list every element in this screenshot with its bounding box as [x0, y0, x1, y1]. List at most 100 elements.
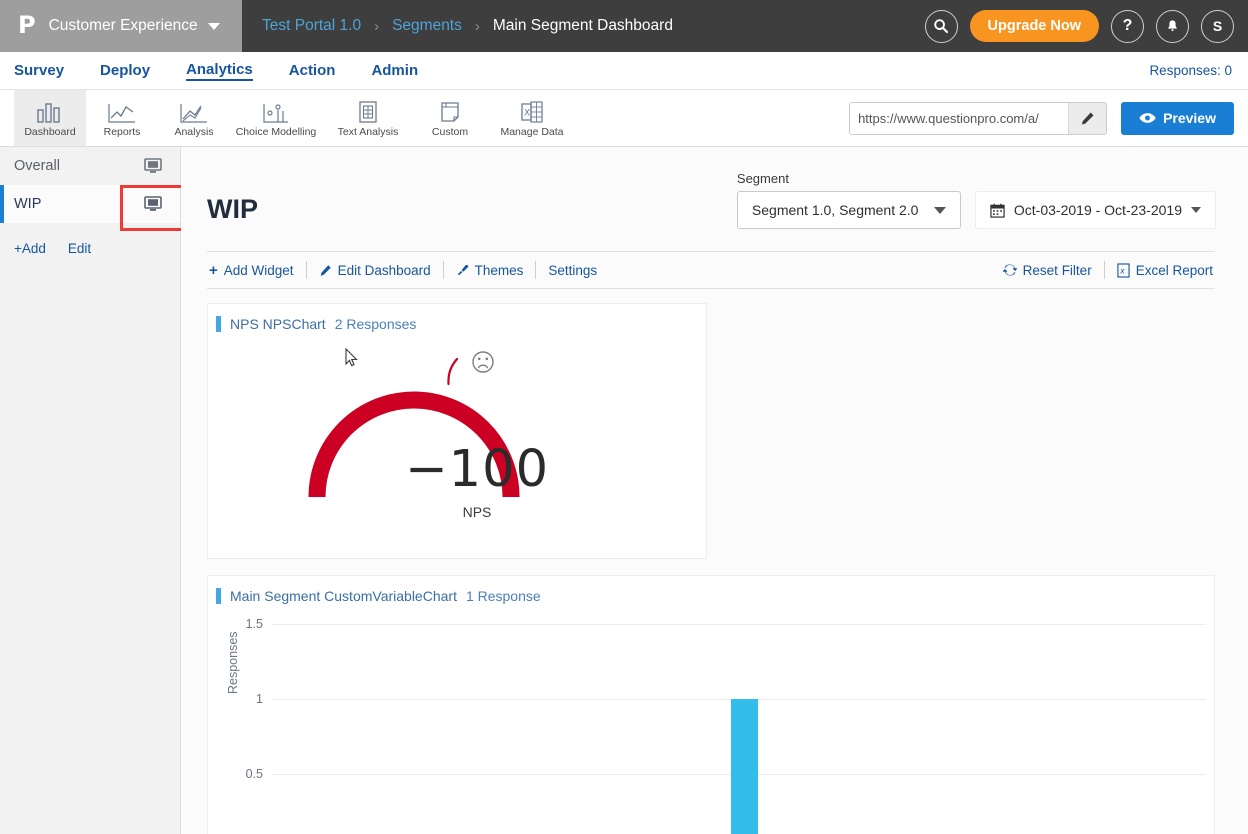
analytics-tool-items: Dashboard Reports Analysis Choice Modell…: [0, 90, 578, 146]
monitor-icon[interactable]: [144, 158, 162, 174]
pencil-icon: [1081, 112, 1094, 124]
survey-url-input[interactable]: [850, 102, 1069, 134]
edit-dashboard-button[interactable]: Edit Dashboard: [307, 263, 443, 278]
breadcrumb-item-portal[interactable]: Test Portal 1.0: [262, 17, 361, 35]
svg-text:X: X: [524, 109, 530, 119]
bar-chart-area: Responses 1.5 1 0.5: [208, 608, 1216, 834]
toolbar-item-custom[interactable]: Custom: [414, 90, 486, 146]
edit-dashboard-link[interactable]: Edit: [68, 241, 91, 256]
toolbar-item-choice-modelling[interactable]: Choice Modelling: [230, 90, 322, 146]
toolbar-item-dashboard[interactable]: Dashboard: [14, 90, 86, 146]
search-button[interactable]: [924, 9, 958, 43]
main-nav: Survey Deploy Analytics Action Admin Res…: [0, 52, 1248, 90]
segment-filter-label: Segment: [736, 171, 789, 186]
add-dashboard-link[interactable]: +Add: [14, 241, 46, 256]
dashboard-sidebar: Overall WIP +Add Edit: [0, 147, 188, 834]
dashboard-action-left: + Add Widget Edit Dashboard Themes Setti…: [207, 261, 609, 279]
breadcrumb-separator-icon: ›: [374, 17, 380, 35]
chevron-down-icon: [933, 206, 946, 214]
toolbar-label-text-analysis: Text Analysis: [337, 126, 399, 138]
widget-nps-count: 2 Responses: [334, 316, 417, 332]
brand-area[interactable]: P Customer Experience: [0, 0, 242, 52]
preview-button[interactable]: Preview: [1121, 101, 1234, 135]
excel-icon: X: [519, 98, 545, 124]
date-range-value: Oct-03-2019 - Oct-23-2019: [1013, 202, 1182, 218]
breadcrumb: Test Portal 1.0 › Segments › Main Segmen…: [262, 17, 673, 35]
toolbar-label-text-choice: Choice Modelling: [235, 126, 317, 138]
widget-nps-title: NPS NPSChart: [230, 316, 326, 332]
date-range-select[interactable]: Oct-03-2019 - Oct-23-2019: [974, 191, 1216, 229]
breadcrumb-item-current: Main Segment Dashboard: [492, 17, 673, 34]
question-mark-icon: ?: [1122, 17, 1133, 34]
sidebar-actions: +Add Edit: [0, 223, 180, 256]
add-widget-button[interactable]: + Add Widget: [207, 262, 306, 279]
trend-chart-icon: [179, 98, 209, 124]
chevron-down-icon[interactable]: [207, 22, 220, 30]
toolbar-label-manage-data: Manage Data: [500, 126, 564, 138]
responses-counter: Responses: 0: [1149, 63, 1232, 78]
y-tick-label: 0.5: [245, 767, 263, 781]
gridline: [272, 624, 1206, 625]
page-corner-icon: [438, 98, 462, 124]
y-tick-label: 1: [256, 692, 263, 706]
widget-customvariable-chart[interactable]: Main Segment CustomVariableChart 1 Respo…: [207, 575, 1215, 834]
add-widget-label: Add Widget: [223, 262, 294, 278]
dashboard-filters: Segment Segment 1.0, Segment 2.0 Oct-03-…: [736, 171, 1216, 229]
notifications-button[interactable]: [1156, 9, 1189, 43]
toolbar-item-analysis[interactable]: Analysis: [158, 90, 230, 146]
tab-analytics[interactable]: Analytics: [186, 61, 253, 81]
toolbar-item-manage-data[interactable]: X Manage Data: [486, 90, 578, 146]
excel-report-button[interactable]: x Excel Report: [1105, 263, 1215, 278]
gauge-needle: [447, 357, 459, 386]
gauge-arc: [308, 391, 520, 498]
tab-deploy[interactable]: Deploy: [100, 62, 150, 80]
scatter-chart-icon: [261, 98, 291, 124]
bar-chart-icon: [36, 98, 64, 124]
widget-cv-count: 1 Response: [465, 588, 541, 604]
segment-select[interactable]: Segment 1.0, Segment 2.0: [736, 191, 961, 229]
breadcrumb-item-segments[interactable]: Segments: [392, 17, 462, 35]
upgrade-now-button[interactable]: Upgrade Now: [969, 10, 1099, 42]
tab-action[interactable]: Action: [289, 62, 336, 80]
settings-button[interactable]: Settings: [536, 263, 609, 278]
bar-series-0[interactable]: [731, 699, 758, 834]
widget-accent-bar: [216, 588, 221, 604]
chevron-down-icon: [1191, 207, 1201, 213]
themes-button[interactable]: Themes: [444, 263, 536, 278]
calendar-icon: [990, 203, 1005, 218]
widget-nps-chart[interactable]: NPS NPSChart 2 Responses −100 NPS: [207, 303, 707, 559]
sidebar-item-wip[interactable]: WIP: [0, 185, 180, 223]
help-button[interactable]: ?: [1111, 9, 1144, 43]
segment-filter: Segment Segment 1.0, Segment 2.0: [736, 171, 961, 229]
avatar-initial: S: [1212, 18, 1223, 34]
reset-filter-button[interactable]: Reset Filter: [1001, 263, 1104, 278]
pencil-icon: [320, 264, 331, 276]
survey-url-box[interactable]: [849, 101, 1108, 135]
analytics-toolbar: Dashboard Reports Analysis Choice Modell…: [0, 90, 1248, 147]
edit-url-button[interactable]: [1068, 102, 1107, 134]
toolbar-label-dashboard: Dashboard: [24, 126, 76, 138]
body-wrapper: Overall WIP +Add Edit WIP Segment Segmen…: [0, 147, 1248, 834]
sad-face-icon: [472, 351, 494, 373]
dashboard-main: WIP Segment Segment 1.0, Segment 2.0 Oct…: [181, 147, 1248, 834]
sidebar-label-overall: Overall: [14, 158, 60, 174]
sidebar-label-wip: WIP: [14, 196, 42, 212]
themes-label: Themes: [474, 262, 524, 278]
dashboard-action-toolbar: + Add Widget Edit Dashboard Themes Setti…: [207, 251, 1215, 289]
excel-file-icon: x: [1117, 262, 1130, 278]
toolbar-item-reports[interactable]: Reports: [86, 90, 158, 146]
segment-select-value: Segment 1.0, Segment 2.0: [751, 202, 919, 218]
tab-admin[interactable]: Admin: [371, 62, 418, 80]
toolbar-label-analysis: Analysis: [174, 126, 214, 138]
user-avatar[interactable]: S: [1201, 9, 1234, 43]
nps-gauge-chart: [308, 351, 520, 498]
widget-accent-bar: [216, 316, 221, 332]
top-actions: Upgrade Now ? S: [924, 9, 1234, 43]
brand-name: Customer Experience: [48, 17, 198, 34]
tab-survey[interactable]: Survey: [14, 62, 64, 80]
plus-icon: +: [209, 261, 218, 279]
widget-cv-header: Main Segment CustomVariableChart 1 Respo…: [208, 576, 1214, 604]
monitor-icon[interactable]: [144, 196, 162, 212]
sidebar-item-overall[interactable]: Overall: [0, 147, 180, 185]
toolbar-item-text-analysis[interactable]: Text Analysis: [322, 90, 414, 146]
